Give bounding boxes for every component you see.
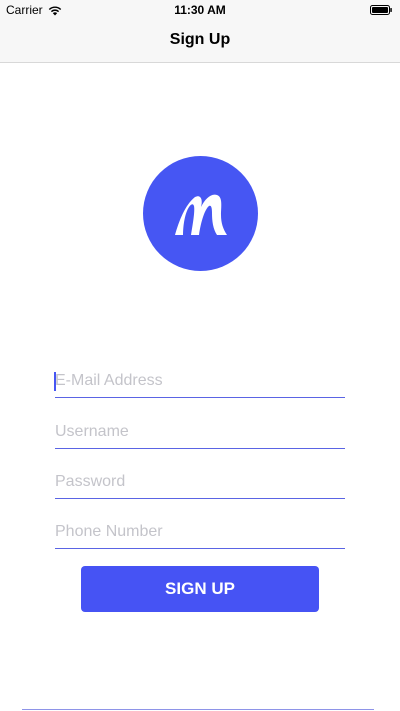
email-field[interactable] bbox=[54, 367, 345, 398]
battery-icon bbox=[370, 5, 392, 15]
page-title: Sign Up bbox=[169, 31, 231, 48]
text-cursor bbox=[54, 372, 56, 391]
bottom-divider bbox=[22, 709, 374, 710]
email-input[interactable] bbox=[55, 367, 345, 395]
status-bar: Carrier 11:30 AM bbox=[0, 0, 400, 20]
phone-field[interactable] bbox=[55, 518, 345, 549]
navigation-bar: Sign Up bbox=[0, 20, 400, 63]
status-time: 11:30 AM bbox=[174, 3, 226, 17]
password-field[interactable] bbox=[55, 468, 345, 499]
username-field[interactable] bbox=[55, 418, 345, 449]
sign-up-button[interactable]: SIGN UP bbox=[81, 566, 319, 612]
logo-m-icon bbox=[175, 194, 227, 235]
phone-input[interactable] bbox=[55, 518, 345, 546]
username-input[interactable] bbox=[55, 418, 345, 446]
password-input[interactable] bbox=[55, 468, 345, 496]
app-logo bbox=[143, 156, 258, 271]
